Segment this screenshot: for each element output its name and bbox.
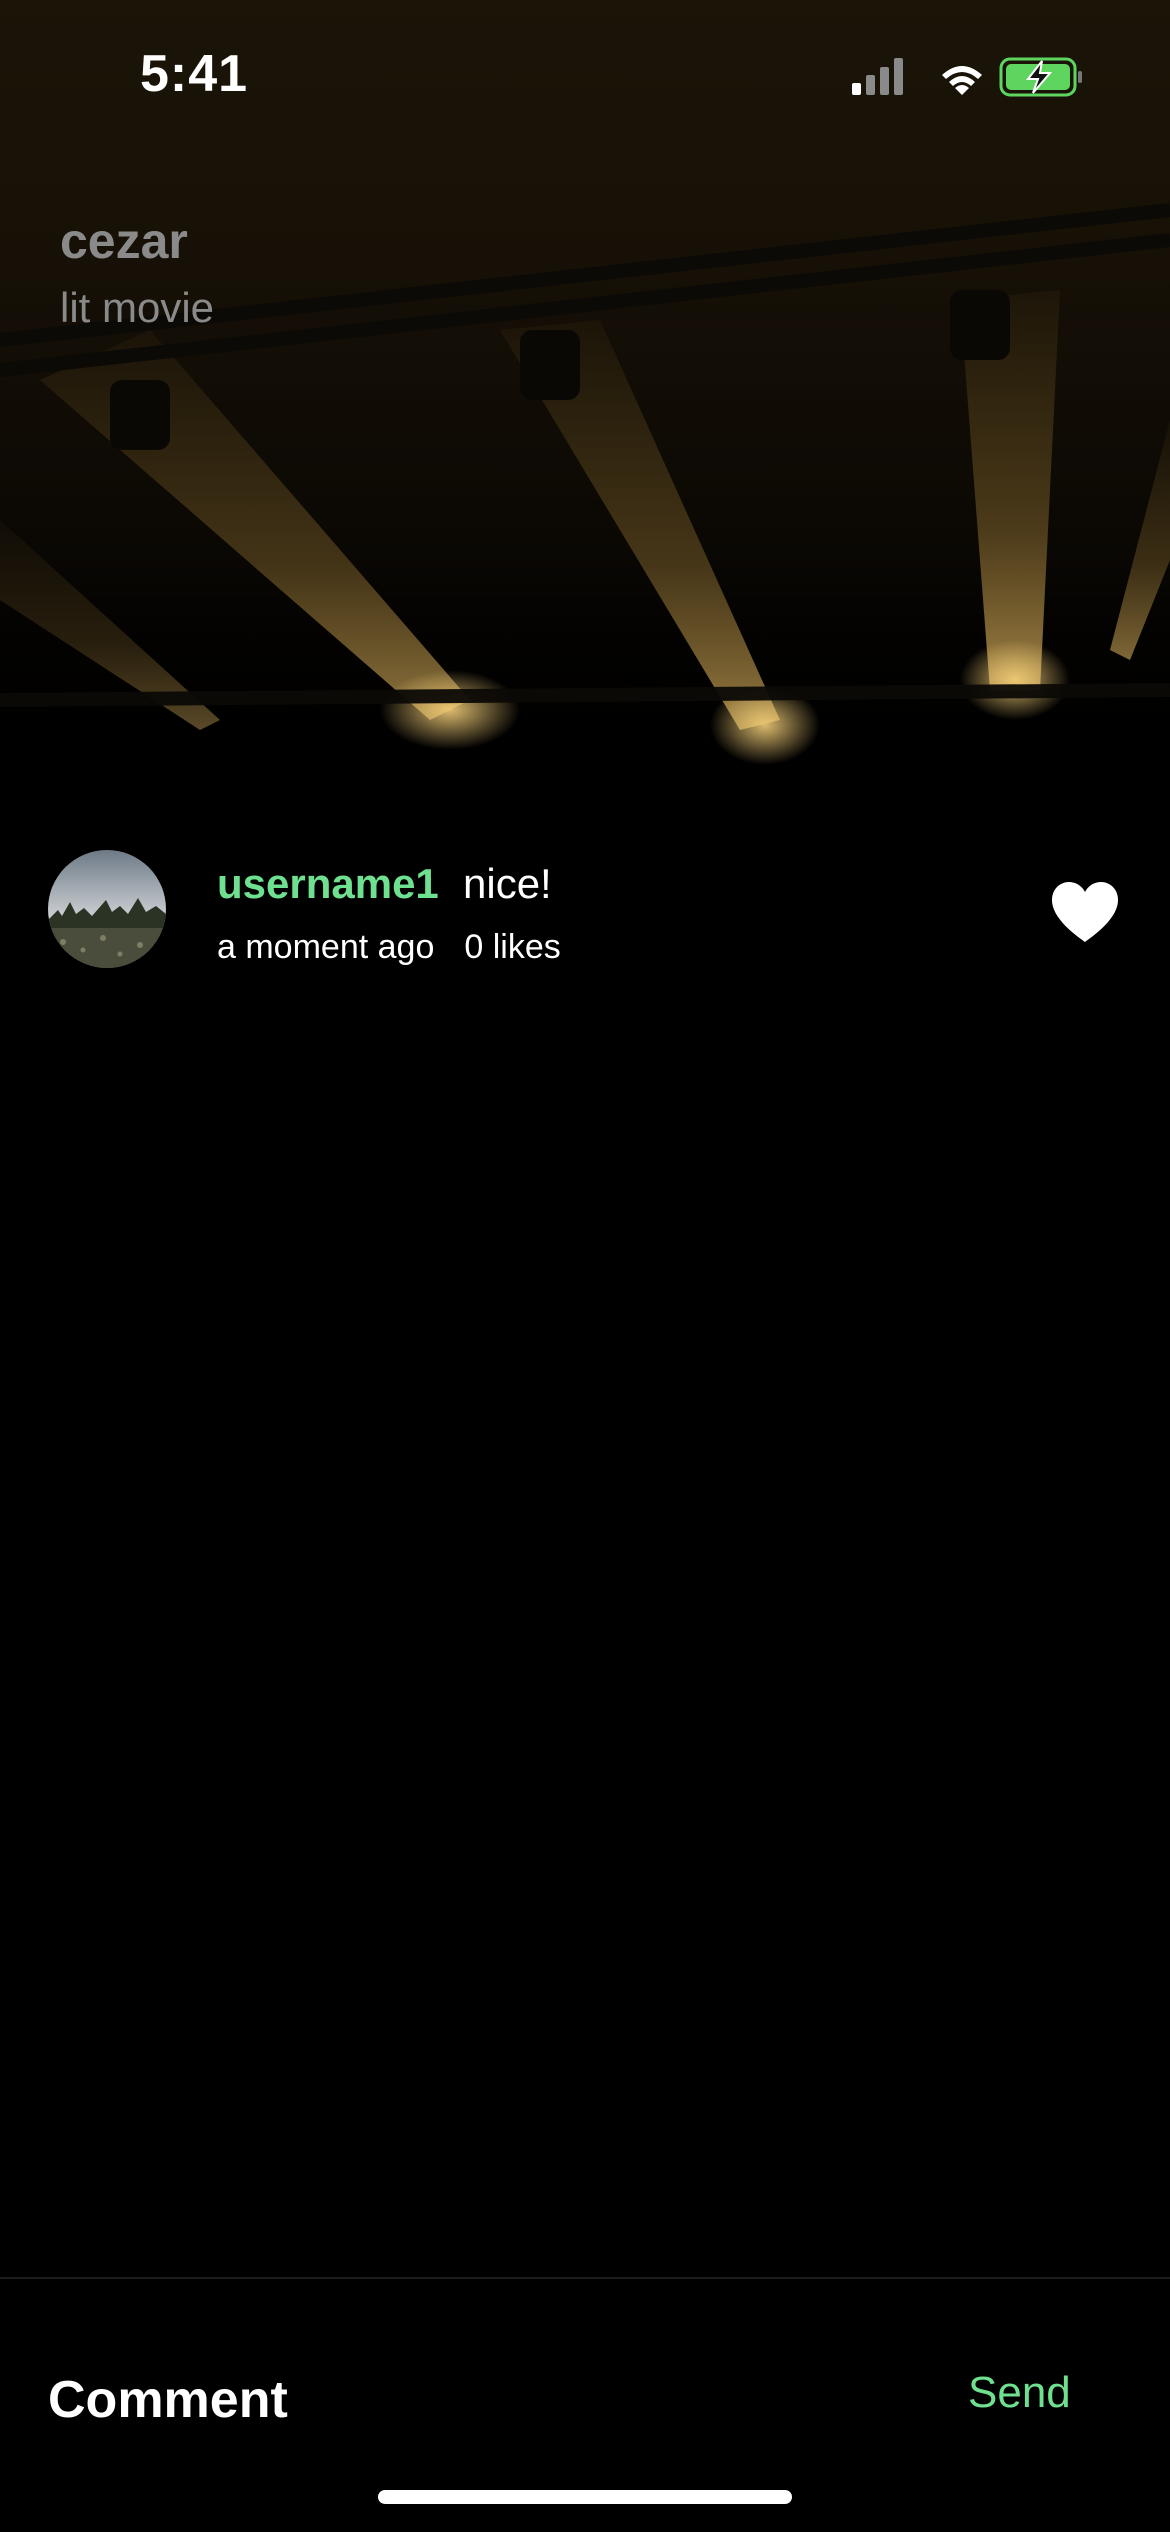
send-button[interactable]: Send — [968, 2368, 1071, 2418]
cellular-signal-icon — [852, 58, 903, 95]
wifi-icon — [942, 66, 982, 95]
comment-username[interactable]: username1 — [217, 860, 439, 908]
comment-meta: a moment ago 0 likes — [217, 928, 561, 967]
like-button[interactable] — [1050, 880, 1120, 944]
status-time: 5:41 — [140, 45, 249, 103]
comment-text: nice! — [463, 860, 552, 907]
home-indicator[interactable] — [378, 2490, 792, 2504]
comment-timestamp: a moment ago — [217, 928, 435, 966]
heart-icon — [1052, 882, 1118, 942]
comment-row: username1 nice! a moment ago 0 likes — [0, 850, 1170, 980]
avatar[interactable] — [48, 850, 166, 968]
comment-like-count[interactable]: 0 likes — [464, 928, 560, 966]
stage-lights-image — [0, 203, 1170, 765]
composer-divider — [0, 2277, 1170, 2279]
comment-input[interactable] — [48, 2360, 848, 2440]
post-video-background[interactable] — [0, 0, 1170, 770]
status-icons — [850, 55, 1090, 99]
post-caption: lit movie — [60, 284, 215, 331]
battery-charging-icon — [999, 57, 1082, 97]
post-author-name[interactable]: cezar — [60, 212, 188, 270]
